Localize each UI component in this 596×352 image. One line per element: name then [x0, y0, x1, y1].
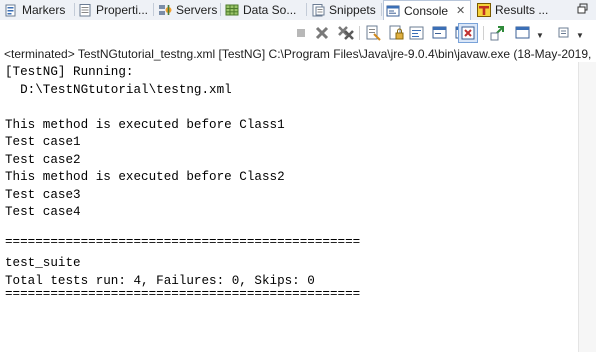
data-source-icon — [225, 4, 239, 15]
word-wrap-icon[interactable] — [408, 24, 426, 42]
display-selected-console-icon[interactable] — [489, 24, 507, 42]
tab-properties[interactable]: Properti... — [78, 0, 148, 19]
tab-markers[interactable]: Markers — [4, 0, 65, 19]
tab-properties-label: Properti... — [96, 2, 149, 17]
console-line: [TestNG] Running: — [5, 65, 134, 79]
launch-status-line: <terminated> TestNGtutorial_testng.xml [… — [4, 47, 594, 61]
properties-icon — [79, 3, 91, 16]
tab-console-label: Console — [404, 3, 449, 18]
console-line: This method is executed before Class2 — [5, 170, 285, 184]
show-console-on-output-icon[interactable] — [431, 24, 449, 42]
console-line: test_suite — [5, 256, 81, 270]
toolbar-separator — [483, 26, 484, 40]
chevron-down-icon[interactable]: ▼ — [576, 31, 584, 40]
console-line: D:\TestNGtutorial\testng.xml — [5, 82, 232, 97]
tab-data-source[interactable]: Data So... — [225, 0, 296, 19]
markers-icon — [5, 4, 16, 16]
console-line: Test case1 — [5, 135, 81, 149]
scroll-lock-icon[interactable] — [387, 24, 405, 42]
view-menu-icon[interactable] — [556, 24, 574, 42]
servers-icon — [159, 4, 172, 15]
console-toolbar: ▼ ▼ — [0, 20, 596, 46]
toolbar-separator — [359, 26, 360, 40]
tab-testng-results-label: Results ... — [495, 2, 549, 17]
console-line: Test case4 — [5, 205, 81, 219]
tab-separator — [306, 3, 307, 16]
tab-separator — [220, 3, 221, 16]
view-tab-bar: Markers Properti... Servers Data So... S… — [0, 0, 596, 21]
tab-data-source-label: Data So... — [243, 2, 297, 17]
tab-separator — [153, 3, 154, 16]
tab-testng-results[interactable]: Results ... — [477, 0, 548, 19]
clear-console-icon[interactable] — [364, 24, 382, 42]
tab-console[interactable]: Console ✕ — [383, 0, 471, 20]
console-line: ========================================… — [5, 287, 361, 301]
console-icon — [386, 5, 400, 16]
console-line: Test case2 — [5, 152, 81, 167]
pin-console-button[interactable] — [458, 23, 478, 43]
tab-separator — [381, 3, 382, 16]
tab-servers-label: Servers — [176, 2, 218, 17]
console-line: This method is executed before Class1 — [5, 117, 285, 132]
tab-snippets[interactable]: Snippets — [311, 0, 376, 19]
tab-snippets-label: Snippets — [329, 2, 376, 17]
console-line: Test case3 — [5, 187, 81, 202]
tab-servers[interactable]: Servers — [158, 0, 217, 19]
remove-launch-icon[interactable] — [313, 24, 331, 42]
remove-all-terminated-icon[interactable] — [337, 24, 355, 42]
console-output[interactable]: [TestNG] Running: D:\TestNGtutorial\test… — [0, 62, 578, 352]
stop-icon[interactable] — [292, 24, 310, 42]
snippets-icon — [312, 3, 325, 16]
tab-markers-label: Markers — [22, 2, 66, 17]
console-line: ========================================… — [5, 235, 361, 249]
tab-separator — [74, 3, 75, 16]
open-console-icon[interactable] — [514, 24, 532, 42]
pin-console-icon — [461, 26, 475, 40]
chevron-down-icon[interactable]: ▼ — [536, 31, 544, 40]
testng-results-icon — [477, 2, 491, 17]
restore-window-icon[interactable] — [577, 3, 588, 14]
vertical-scrollbar[interactable] — [578, 62, 596, 352]
close-icon[interactable]: ✕ — [456, 4, 465, 17]
